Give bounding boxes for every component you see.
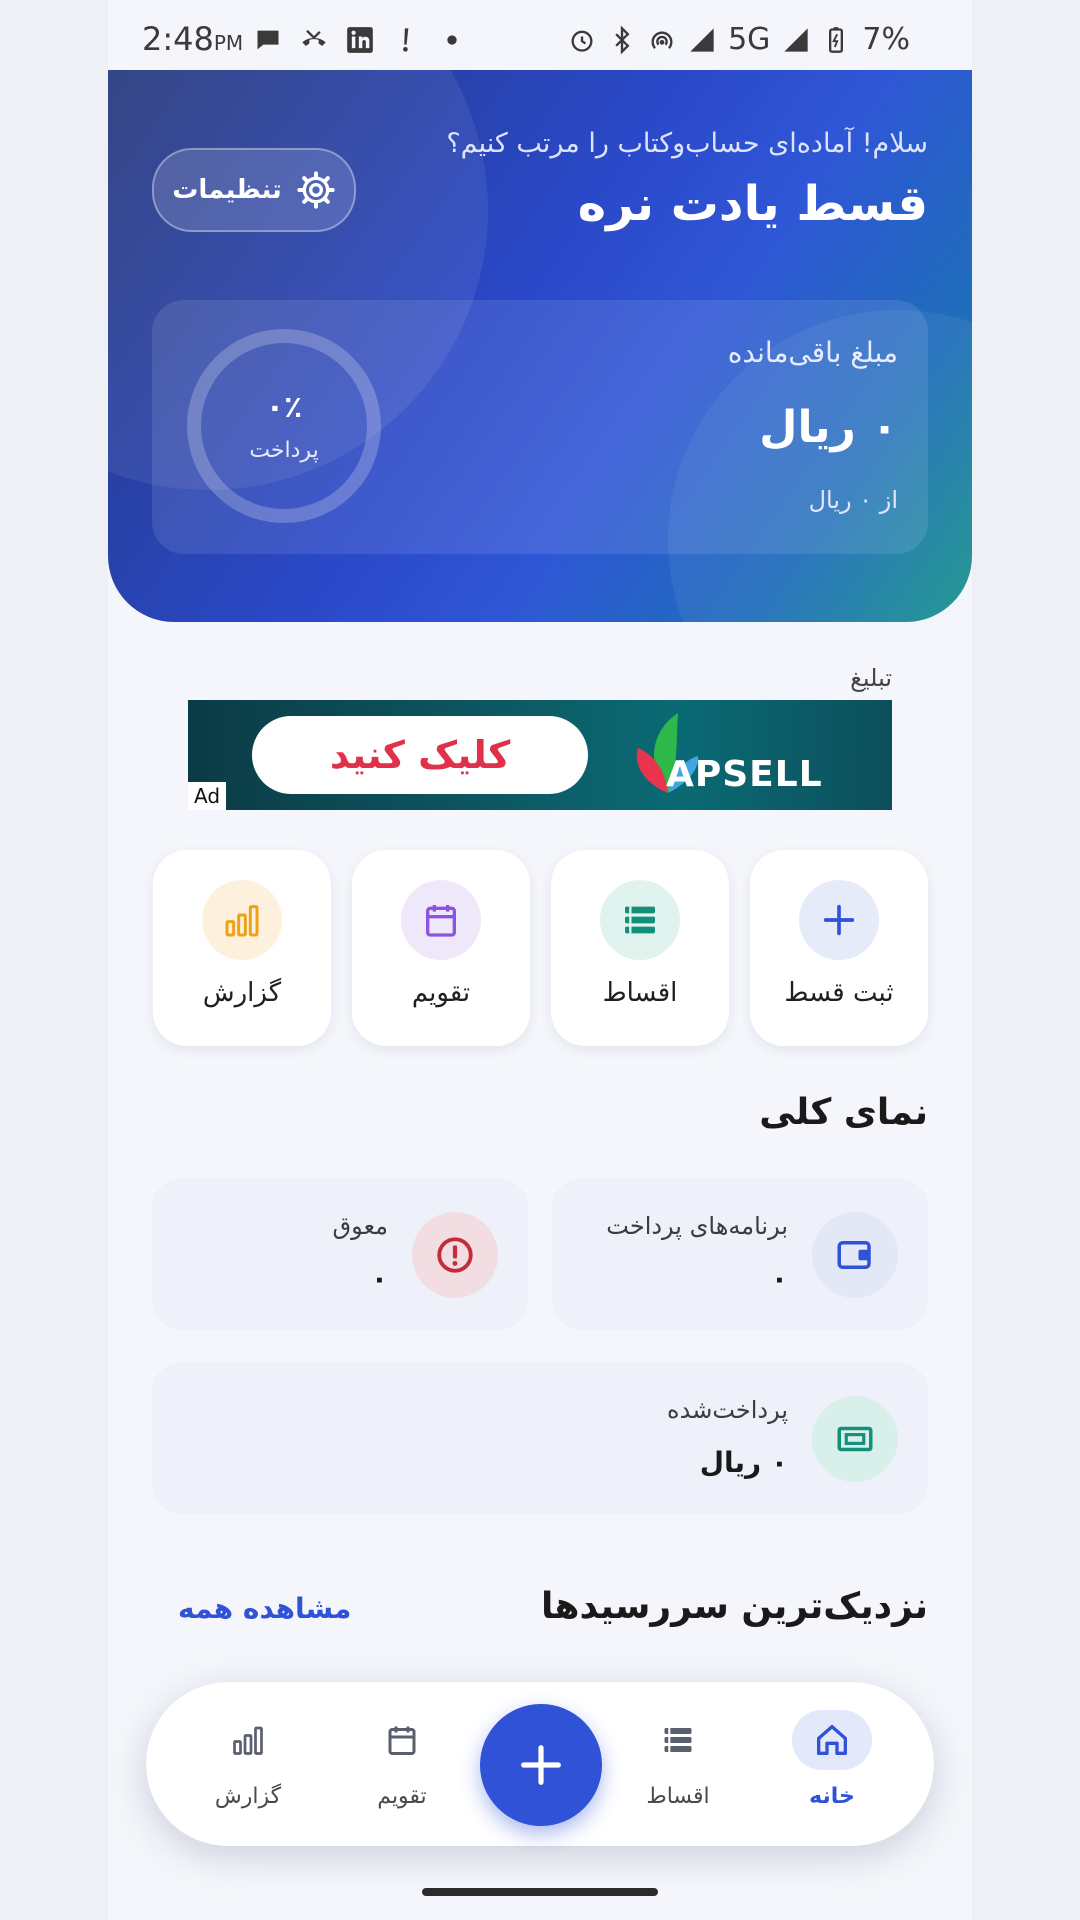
warning-icon bbox=[437, 1237, 473, 1273]
ad-banner[interactable]: کلیک کنید APSELL Ad bbox=[188, 700, 892, 810]
upcoming-title: نزدیک‌ترین سررسیدها bbox=[540, 1586, 928, 1627]
stat-paid[interactable]: پرداخت‌شده ۰ ریال bbox=[152, 1362, 928, 1514]
remaining-label: مبلغ باقی‌مانده bbox=[727, 336, 898, 369]
network-type: 5G bbox=[728, 22, 771, 57]
qa-label: ثبت قسط bbox=[784, 978, 894, 1008]
qa-icon-bg bbox=[401, 880, 481, 960]
bar-chart-icon bbox=[225, 905, 259, 937]
quick-action-report[interactable]: گزارش bbox=[153, 850, 331, 1046]
bar-chart-icon bbox=[233, 1726, 263, 1755]
stat-overdue[interactable]: معوق ۰ bbox=[152, 1178, 528, 1330]
app-screen: 2:48PM 5G 7% سلام! آماده‌ای حساب‌وکتاب ر… bbox=[108, 0, 972, 1920]
signal-hd-icon bbox=[690, 27, 714, 52]
qa-label: تقویم bbox=[411, 978, 471, 1008]
dot-icon bbox=[447, 35, 457, 45]
progress-percent: ۰٪ bbox=[265, 390, 303, 425]
progress-track bbox=[187, 329, 381, 523]
stat-payment-plans[interactable]: برنامه‌های پرداخت ۰ bbox=[552, 1178, 928, 1330]
ad-label: تبلیغ bbox=[850, 664, 892, 692]
hotspot-icon bbox=[651, 31, 673, 49]
stat-label: برنامه‌های پرداخت bbox=[606, 1212, 788, 1240]
home-indicator[interactable] bbox=[422, 1888, 658, 1896]
settings-button[interactable]: تنظیمات bbox=[152, 148, 356, 232]
see-all-link[interactable]: مشاهده همه bbox=[178, 1592, 351, 1625]
stat-label: معوق bbox=[332, 1212, 388, 1240]
stat-icon-bg bbox=[412, 1212, 498, 1298]
nav-calendar[interactable]: تقویم bbox=[342, 1710, 462, 1820]
ad-brand: APSELL bbox=[666, 754, 823, 795]
add-installment-fab[interactable] bbox=[480, 1704, 602, 1826]
qa-icon-bg bbox=[202, 880, 282, 960]
hero-header: سلام! آماده‌ای حساب‌وکتاب را مرتب کنیم؟ … bbox=[108, 70, 972, 622]
bottom-nav: خانه اقساط تقویم گزارش bbox=[146, 1682, 934, 1846]
status-bar: 2:48PM 5G 7% bbox=[108, 0, 972, 70]
app-title: قسط یادت نره bbox=[577, 176, 928, 232]
stat-icon-bg bbox=[812, 1212, 898, 1298]
alert-icon bbox=[403, 28, 409, 52]
settings-label: تنظیمات bbox=[172, 175, 282, 205]
stat-icon-bg bbox=[812, 1396, 898, 1482]
gear-icon bbox=[297, 171, 335, 209]
overview-title: نمای کلی bbox=[759, 1092, 928, 1133]
quick-actions: ثبت قسط اقساط تقویم گزارش bbox=[152, 850, 928, 1046]
signal-hd-icon-2 bbox=[784, 27, 809, 52]
stat-value: ۰ ریال bbox=[699, 1446, 788, 1479]
bluetooth-icon bbox=[615, 25, 630, 54]
nav-icon-bg bbox=[638, 1710, 718, 1770]
stat-label: پرداخت‌شده bbox=[667, 1396, 788, 1424]
status-time: 2:48PM bbox=[142, 20, 244, 58]
total-amount: از ۰ ریال bbox=[808, 486, 898, 514]
quick-action-installments[interactable]: اقساط bbox=[551, 850, 729, 1046]
cash-icon bbox=[837, 1426, 873, 1452]
plus-icon bbox=[823, 904, 855, 936]
nav-icon-bg bbox=[208, 1710, 288, 1770]
stat-value: ۰ bbox=[370, 1262, 388, 1295]
linkedin-icon bbox=[347, 27, 373, 53]
qa-label: اقساط bbox=[602, 978, 678, 1008]
list-icon bbox=[664, 1728, 692, 1752]
battery-level: 7% bbox=[862, 22, 910, 57]
calendar-icon bbox=[426, 905, 456, 937]
nav-label: تقویم bbox=[377, 1784, 427, 1809]
nav-label: گزارش bbox=[214, 1784, 282, 1809]
progress-label: پرداخت bbox=[249, 438, 319, 463]
battery-charging-icon bbox=[829, 26, 844, 53]
plus-icon bbox=[521, 1745, 561, 1785]
alarm-icon bbox=[571, 30, 593, 52]
notification-icons bbox=[254, 26, 466, 54]
missed-call-icon bbox=[302, 29, 326, 46]
nav-icon-bg bbox=[362, 1710, 442, 1770]
stat-value: ۰ bbox=[770, 1262, 788, 1295]
qa-icon-bg bbox=[799, 880, 879, 960]
chat-icon bbox=[257, 30, 279, 50]
quick-action-add-installment[interactable]: ثبت قسط bbox=[750, 850, 928, 1046]
qa-icon-bg bbox=[600, 880, 680, 960]
nav-installments[interactable]: اقساط bbox=[618, 1710, 738, 1820]
nav-report[interactable]: گزارش bbox=[188, 1710, 308, 1820]
nav-icon-bg bbox=[792, 1710, 872, 1770]
ad-cta-button[interactable]: کلیک کنید bbox=[252, 716, 588, 794]
nav-home[interactable]: خانه bbox=[772, 1710, 892, 1820]
balance-card: مبلغ باقی‌مانده ۰ ریال از ۰ ریال ۰٪ پردا… bbox=[152, 300, 928, 554]
nav-label: خانه bbox=[809, 1784, 855, 1809]
qa-label: گزارش bbox=[202, 978, 282, 1008]
wallet-icon bbox=[837, 1241, 871, 1269]
list-icon bbox=[625, 906, 655, 934]
ad-badge: Ad bbox=[188, 782, 227, 810]
calendar-icon bbox=[388, 1726, 416, 1755]
home-icon bbox=[817, 1725, 847, 1755]
system-icons: 5G 7% bbox=[568, 22, 910, 57]
nav-label: اقساط bbox=[646, 1784, 710, 1809]
payment-progress-ring: ۰٪ پرداخت bbox=[184, 326, 384, 526]
progress-ring-svg bbox=[187, 329, 381, 523]
quick-action-calendar[interactable]: تقویم bbox=[352, 850, 530, 1046]
remaining-amount: ۰ ریال bbox=[759, 402, 898, 453]
greeting-text: سلام! آماده‌ای حساب‌وکتاب را مرتب کنیم؟ bbox=[446, 128, 928, 159]
